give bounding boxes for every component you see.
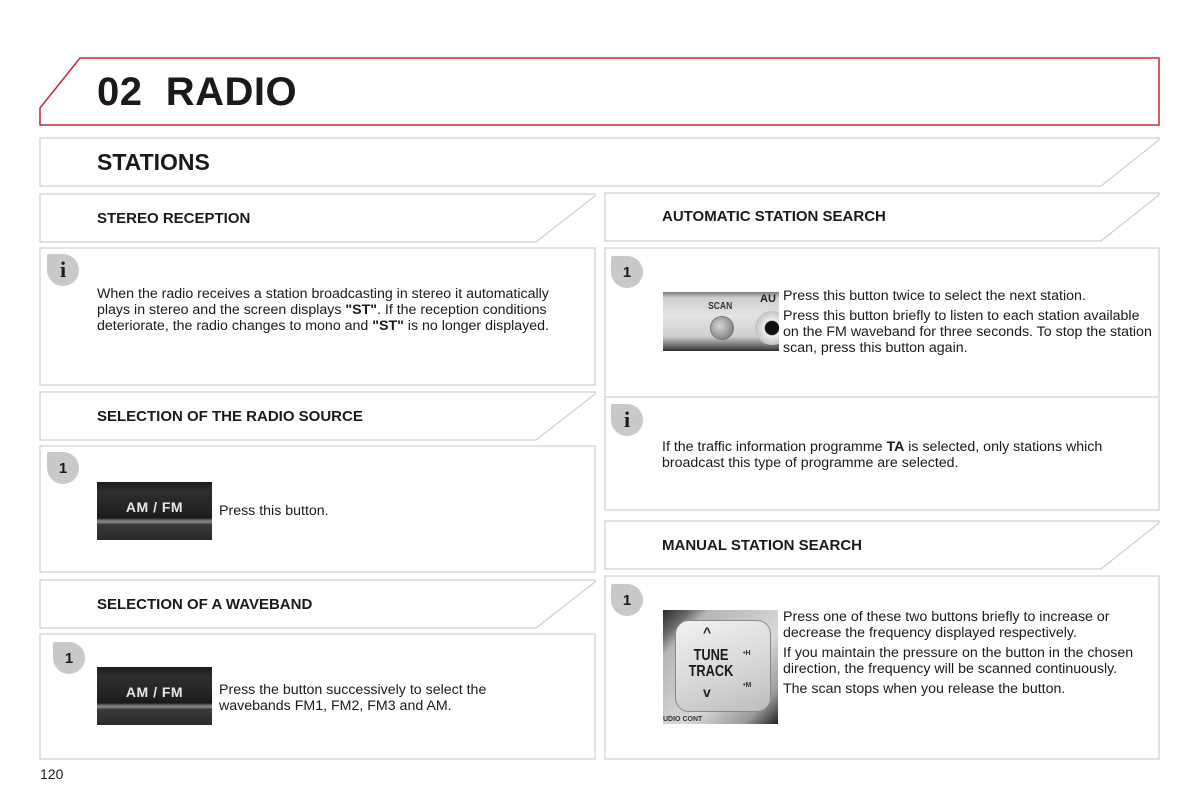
- stereo-reception-text: When the radio receives a station broadc…: [97, 286, 549, 334]
- chevron-up-icon: ^: [703, 624, 712, 640]
- am-fm-label: AM / FM: [125, 499, 184, 515]
- scan-button-image: SCAN AU: [663, 292, 779, 351]
- chevron-down-icon: v: [703, 684, 711, 700]
- tune-track-button-image: ^ TUNE TRACK •H •M v UDIO CONT: [663, 610, 778, 724]
- am-fm-button-image: AM / FM: [97, 482, 212, 540]
- page-number: 120: [40, 766, 64, 782]
- stereo-reception-title: STEREO RECEPTION: [97, 210, 251, 227]
- traffic-info-text: If the traffic information programme TA …: [662, 439, 1103, 471]
- waveband-text: Press the button successively to select …: [219, 682, 487, 714]
- aux-label: AU: [760, 293, 776, 305]
- section-title: STATIONS: [97, 149, 210, 175]
- manual-search-text: Press one of these two buttons briefly t…: [783, 609, 1134, 697]
- m-label: •M: [743, 682, 752, 689]
- radio-source-text: Press this button.: [219, 503, 329, 519]
- waveband-title: SELECTION OF A WAVEBAND: [97, 596, 313, 613]
- step-badge: 1: [47, 452, 79, 484]
- scan-knob: [710, 316, 734, 340]
- chapter-title: 02 RADIO: [97, 70, 297, 115]
- step-badge: 1: [53, 642, 85, 674]
- automatic-search-title: AUTOMATIC STATION SEARCH: [662, 208, 886, 225]
- aux-jack: [755, 311, 779, 345]
- am-fm-label: AM / FM: [125, 684, 184, 700]
- scan-label: SCAN: [708, 301, 733, 312]
- chapter-number: 02: [97, 70, 143, 114]
- info-icon: i: [611, 404, 643, 436]
- chapter-name: RADIO: [165, 70, 298, 114]
- am-fm-button-image: AM / FM: [97, 667, 212, 725]
- audio-cont-label: UDIO CONT: [663, 716, 703, 723]
- automatic-search-text: Press this button twice to select the ne…: [783, 288, 1152, 356]
- manual-search-title: MANUAL STATION SEARCH: [662, 537, 862, 554]
- step-badge: 1: [611, 256, 643, 288]
- tune-track-label: TUNE TRACK: [688, 647, 734, 680]
- step-badge: 1: [611, 584, 643, 616]
- radio-source-title: SELECTION OF THE RADIO SOURCE: [97, 408, 363, 425]
- info-icon: i: [47, 254, 79, 286]
- h-label: •H: [743, 650, 751, 657]
